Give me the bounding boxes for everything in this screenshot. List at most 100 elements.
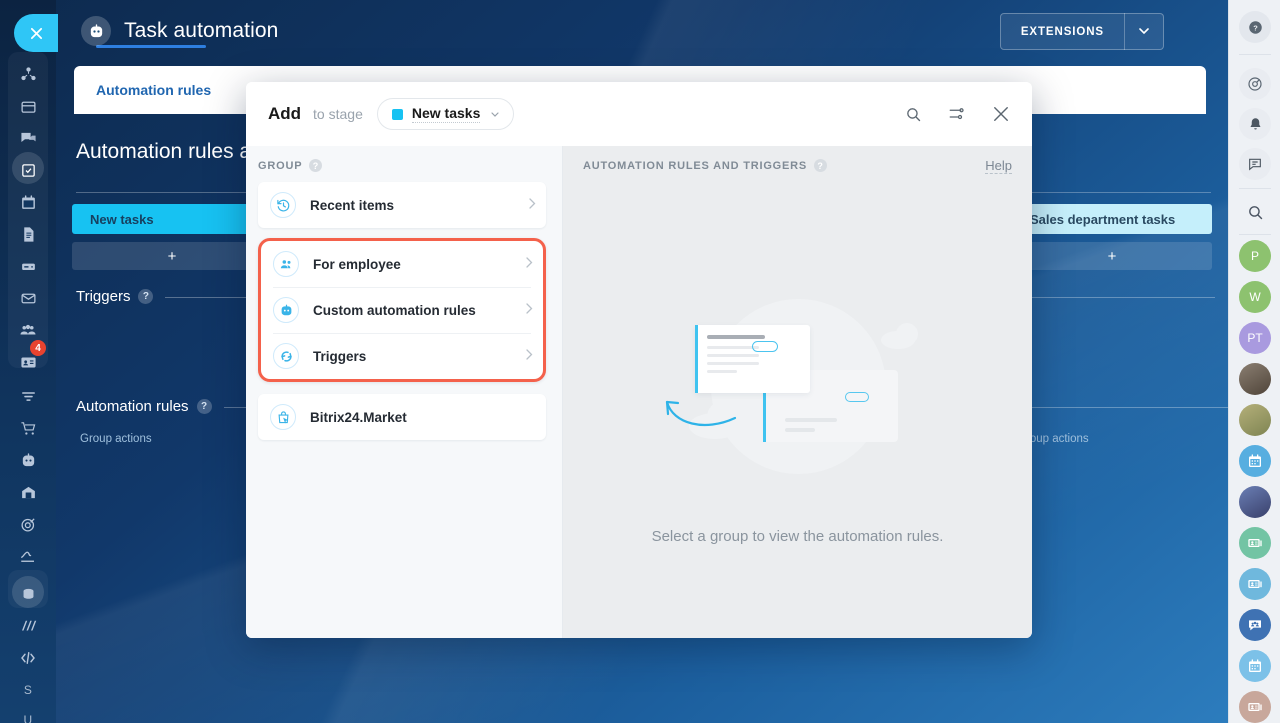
avatar-initials: P bbox=[1250, 249, 1259, 263]
filter-settings-icon[interactable] bbox=[944, 101, 970, 127]
plus-icon: + bbox=[1107, 247, 1117, 265]
add-stage-item-button-1[interactable]: + bbox=[72, 242, 272, 270]
contact-card-icon[interactable] bbox=[1239, 568, 1271, 600]
lifebuoy-icon[interactable] bbox=[1239, 68, 1271, 100]
add-stage-item-button-2[interactable]: + bbox=[1012, 242, 1212, 270]
sidebar-item-drive[interactable] bbox=[8, 250, 48, 282]
question-icon[interactable]: ? bbox=[814, 159, 828, 172]
stage-chip-sales[interactable]: Sales department tasks bbox=[1012, 204, 1212, 234]
sidebar-item-crm[interactable]: 4 bbox=[8, 340, 48, 378]
documents-illustration bbox=[653, 295, 943, 520]
question-icon[interactable]: ? bbox=[138, 289, 154, 304]
list-item[interactable]: For employee bbox=[261, 241, 543, 287]
sidebar-item-label: U bbox=[23, 713, 33, 723]
sidebar-item-target[interactable] bbox=[8, 508, 48, 540]
empty-state-text: Select a group to view the automation ru… bbox=[651, 527, 944, 545]
list-item[interactable]: Recent items bbox=[258, 182, 546, 228]
section-triggers: Triggers ? bbox=[76, 288, 1216, 305]
modal-header: Add to stage New tasks bbox=[246, 82, 1032, 146]
board-title: Automation rules a bbox=[76, 140, 252, 163]
curved-arrow-icon bbox=[665, 400, 736, 426]
sidebar-item-documents[interactable] bbox=[8, 218, 48, 250]
chevron-down-icon[interactable] bbox=[1125, 28, 1163, 35]
group-chat-icon[interactable] bbox=[1239, 609, 1271, 641]
avatar[interactable] bbox=[1239, 404, 1271, 436]
sidebar-item-storage[interactable] bbox=[8, 576, 48, 610]
extensions-button[interactable]: EXTENSIONS bbox=[999, 13, 1164, 50]
list-item[interactable]: Custom automation rules bbox=[261, 287, 543, 333]
sidebar-item-calendar[interactable] bbox=[8, 186, 48, 218]
notification-badge: 4 bbox=[30, 340, 46, 356]
contact-card-icon[interactable] bbox=[1239, 691, 1271, 723]
sidebar-item-u[interactable]: U bbox=[8, 704, 48, 723]
tab-automation-rules[interactable]: Automation rules bbox=[96, 66, 211, 114]
avatar[interactable] bbox=[1239, 363, 1271, 395]
divider bbox=[1239, 188, 1271, 189]
sidebar-item-briefcase[interactable] bbox=[8, 90, 48, 122]
sidebar-item-cart[interactable] bbox=[8, 412, 48, 444]
sidebar-item-code[interactable] bbox=[8, 642, 48, 674]
sidebar-item-tasks[interactable] bbox=[8, 152, 48, 186]
contact-card-icon[interactable] bbox=[1239, 527, 1271, 559]
stage-chip-new-tasks[interactable]: New tasks bbox=[72, 204, 272, 234]
question-icon[interactable]: ? bbox=[196, 399, 212, 414]
list-item-label: Triggers bbox=[313, 348, 367, 364]
group-card-highlighted: For employee Custom automation rules Tri… bbox=[258, 238, 546, 382]
sidebar-item-mail[interactable] bbox=[8, 282, 48, 314]
sidebar-item-automation-robot[interactable] bbox=[8, 444, 48, 476]
search-icon[interactable] bbox=[1239, 196, 1271, 228]
group-column-title: GROUP ? bbox=[258, 159, 323, 172]
svg-text:?: ? bbox=[1253, 23, 1258, 32]
right-sidebar: ? P W PT bbox=[1228, 0, 1280, 723]
avatar[interactable]: P bbox=[1239, 240, 1271, 272]
close-icon[interactable] bbox=[988, 101, 1014, 127]
chevron-down-icon bbox=[491, 109, 499, 119]
robot-icon bbox=[273, 297, 299, 323]
extensions-label: EXTENSIONS bbox=[1020, 25, 1104, 38]
help-question-icon[interactable]: ? bbox=[1239, 11, 1271, 43]
group-actions-label-1[interactable]: Group actions bbox=[80, 433, 152, 445]
calendar-icon[interactable] bbox=[1239, 650, 1271, 682]
sidebar-item-chat[interactable] bbox=[8, 122, 48, 154]
list-item-label: Recent items bbox=[310, 197, 395, 213]
left-sidebar: 4 S U bbox=[0, 0, 58, 723]
search-icon[interactable] bbox=[900, 101, 926, 127]
illustration-accent bbox=[694, 324, 698, 393]
list-item[interactable]: Triggers bbox=[261, 333, 543, 379]
stage-select[interactable]: New tasks bbox=[376, 98, 515, 130]
close-icon[interactable] bbox=[14, 14, 58, 52]
illustration-card-front bbox=[694, 324, 810, 393]
list-item-label: Bitrix24.Market bbox=[310, 409, 407, 425]
sidebar-item-warehouse[interactable] bbox=[8, 476, 48, 508]
bell-icon[interactable] bbox=[1239, 108, 1271, 140]
rules-column: AUTOMATION RULES AND TRIGGERS ? Help Sel… bbox=[563, 146, 1032, 638]
sidebar-item-analytics[interactable] bbox=[8, 610, 48, 642]
sidebar-item-funnel[interactable] bbox=[8, 380, 48, 412]
help-link[interactable]: Help bbox=[985, 158, 1012, 174]
stage-label: Sales department tasks bbox=[1030, 211, 1176, 227]
divider bbox=[1239, 234, 1271, 235]
divider bbox=[1239, 54, 1271, 55]
chat-lines-icon[interactable] bbox=[1239, 148, 1271, 180]
sidebar-item-network[interactable] bbox=[8, 58, 48, 90]
section-label: Triggers bbox=[76, 288, 131, 305]
question-icon[interactable]: ? bbox=[309, 159, 323, 172]
avatar[interactable] bbox=[1239, 486, 1271, 518]
section-automation-rules: Automation rules ? bbox=[76, 398, 1274, 415]
avatar[interactable]: W bbox=[1239, 281, 1271, 313]
stage-label: New tasks bbox=[90, 211, 154, 227]
sidebar-item-signature[interactable] bbox=[8, 540, 48, 572]
chevron-right-icon bbox=[529, 198, 536, 212]
chevron-right-icon bbox=[526, 257, 533, 271]
group-actions-label-2[interactable]: roup actions bbox=[1026, 433, 1089, 445]
calendar-icon[interactable] bbox=[1239, 445, 1271, 477]
refresh-circle-icon bbox=[273, 343, 299, 369]
sidebar-item-s[interactable]: S bbox=[8, 674, 48, 706]
group-column: GROUP ? Recent items For employee Custom… bbox=[246, 146, 563, 638]
group-card-recent: Recent items bbox=[258, 182, 546, 228]
sidebar-item-label: S bbox=[23, 683, 33, 697]
avatar[interactable]: PT bbox=[1239, 322, 1271, 354]
list-item[interactable]: Bitrix24.Market bbox=[258, 394, 546, 440]
app-root: Task automation EXTENSIONS Automation ru… bbox=[0, 0, 1280, 723]
group-column-label: GROUP bbox=[258, 159, 303, 172]
